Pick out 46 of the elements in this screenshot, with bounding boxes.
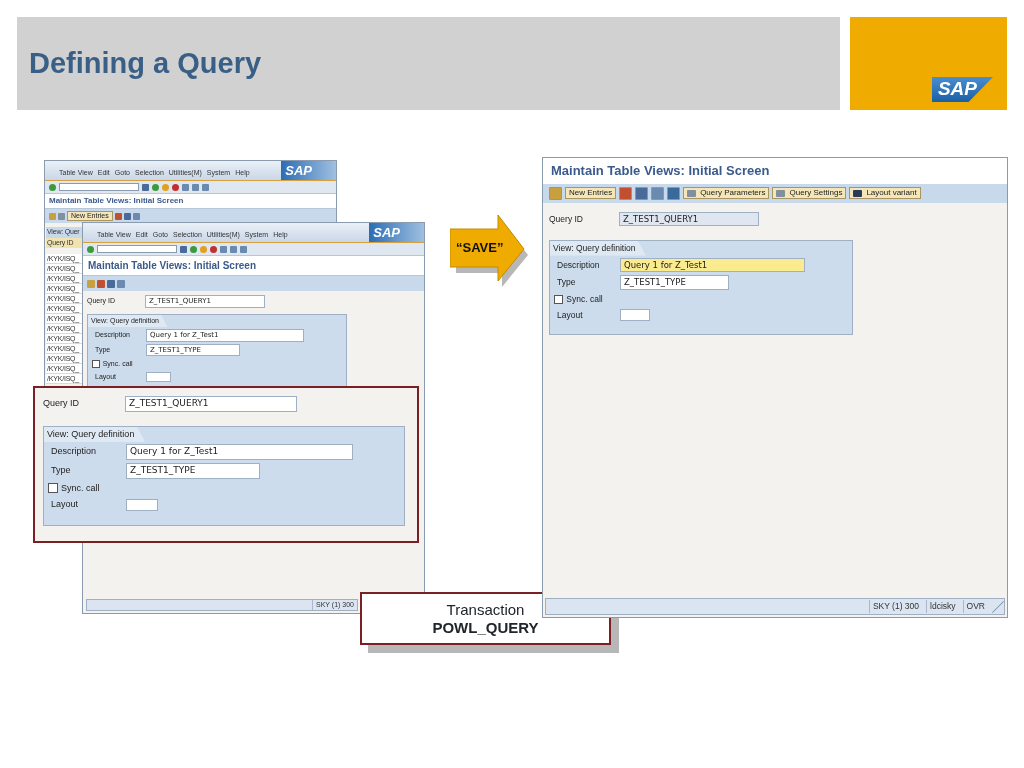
input-field[interactable] <box>126 499 158 512</box>
input-field[interactable]: Z_TEST1_QUERY1 <box>125 396 297 412</box>
check-icon[interactable] <box>49 183 56 191</box>
group-title: View: Query definition <box>44 426 146 443</box>
checkbox[interactable] <box>554 294 564 305</box>
status-text: SKY (1) 300 <box>868 600 923 613</box>
field-label: Layout <box>50 498 80 512</box>
sap-logo: SAP <box>373 223 400 242</box>
input-field[interactable] <box>620 309 650 321</box>
checkbox[interactable] <box>48 483 58 494</box>
field-label: Type <box>50 464 72 478</box>
transaction-label: Transaction <box>446 600 525 619</box>
resize-grip-icon <box>992 600 1004 613</box>
slide-title: Defining a Query <box>29 46 262 81</box>
field-label: Type <box>556 276 577 290</box>
arrow-label: “SAVE” <box>456 239 504 257</box>
status-text: ldcisky <box>926 600 959 613</box>
field-label: Description <box>556 258 601 272</box>
toolbar-button[interactable]: Query Parameters <box>683 187 770 199</box>
input-field[interactable]: Query 1 for Z_Test1 <box>620 257 805 273</box>
checkbox-label: Sync. call <box>60 481 100 495</box>
command-field[interactable] <box>97 245 177 253</box>
transaction-code: POWL_QUERY <box>432 618 539 637</box>
checkbox[interactable] <box>92 360 100 368</box>
check-icon[interactable] <box>87 245 94 253</box>
field-label: Query ID <box>549 212 584 226</box>
status-text: OVR <box>962 600 988 613</box>
field-label: Query ID <box>43 397 80 410</box>
sap-logo: SAP <box>931 77 993 102</box>
group-title: View: Query definition <box>550 240 646 256</box>
toolbar-button[interactable]: New Entries <box>565 187 617 199</box>
input-field[interactable]: Z_TEST1_TYPE <box>620 275 730 291</box>
input-field[interactable]: Query 1 for Z_Test1 <box>126 444 354 460</box>
window-title: Maintain Table Views: Initial Screen <box>543 158 1007 184</box>
field-label: Layout <box>556 308 584 322</box>
toolbar-button[interactable]: Layout variant <box>849 187 921 199</box>
toolbar-button[interactable]: Query Settings <box>772 187 847 199</box>
input-field[interactable]: Z_TEST1_QUERY1 <box>619 211 759 227</box>
input-field[interactable] <box>146 372 171 382</box>
field-label: Description <box>50 445 98 459</box>
command-field[interactable] <box>59 183 139 191</box>
checkbox-label: Sync. call <box>566 293 603 306</box>
window-title: Maintain Table Views: Initial Screen <box>45 194 336 209</box>
window-title: Maintain Table Views: Initial Screen <box>83 256 424 276</box>
sap-logo: SAP <box>285 161 312 180</box>
input-field[interactable]: Z_TEST1_TYPE <box>126 463 261 479</box>
